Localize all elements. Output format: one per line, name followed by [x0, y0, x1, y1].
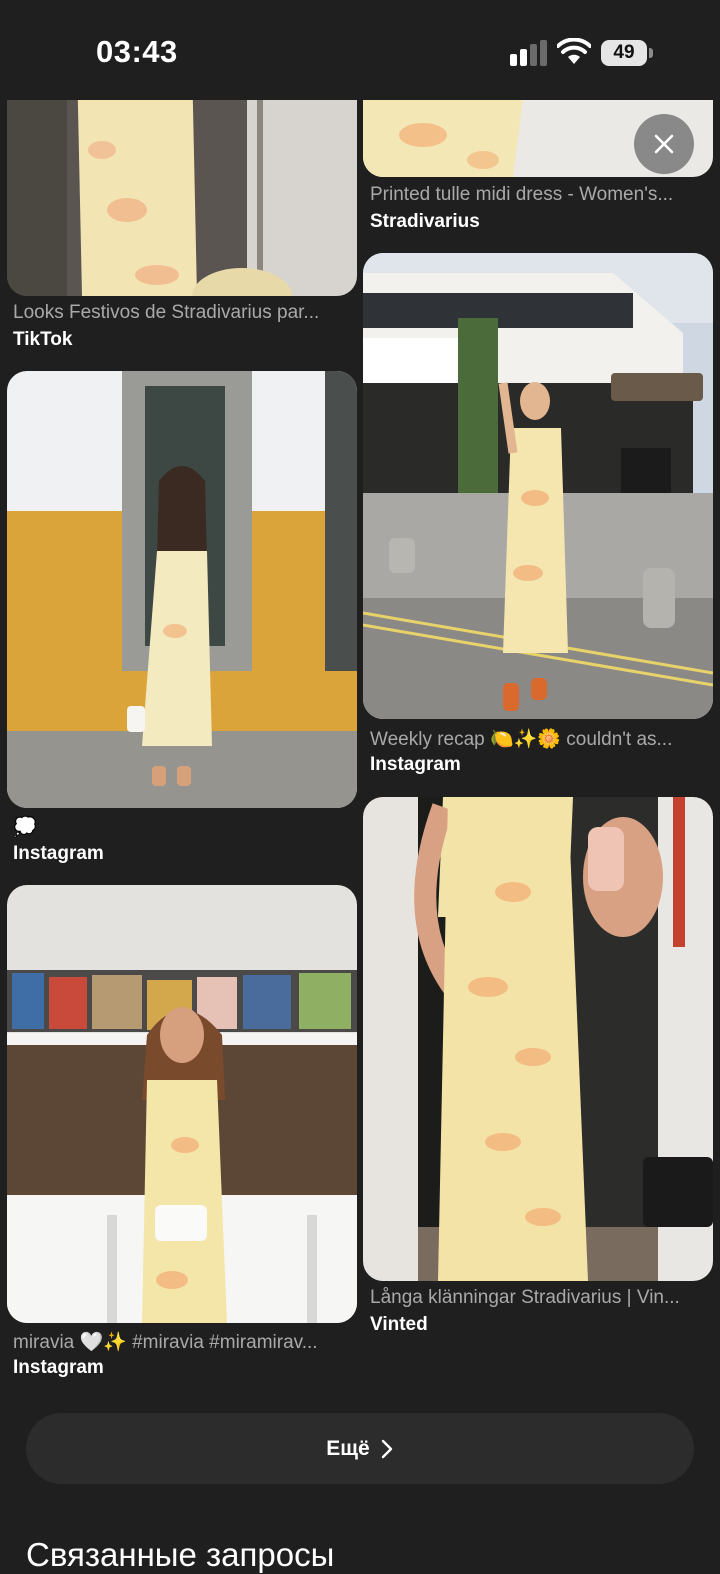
result-caption[interactable]: Looks Festivos de Stradivarius par...	[13, 302, 351, 324]
wifi-icon	[557, 38, 591, 64]
result-source[interactable]: Instagram	[370, 754, 461, 776]
result-image-instagram-shelf[interactable]	[7, 885, 357, 1323]
status-bar: 03:43 49	[0, 0, 720, 100]
result-source[interactable]: TikTok	[13, 329, 72, 351]
result-caption[interactable]: miravia 🤍✨ #miravia #miramirav...	[13, 1330, 351, 1354]
cellular-signal-icon	[510, 40, 547, 66]
chevron-right-icon	[381, 1439, 392, 1458]
result-source[interactable]: Vinted	[370, 1314, 428, 1336]
result-image-vinted[interactable]	[363, 797, 713, 1281]
battery-level: 49	[601, 40, 647, 66]
battery-icon: 49	[601, 40, 653, 66]
result-image-instagram-wall[interactable]	[7, 371, 357, 808]
result-source[interactable]: Instagram	[13, 1357, 104, 1379]
close-button[interactable]	[634, 114, 694, 174]
status-time: 03:43	[96, 34, 178, 69]
result-source[interactable]: Stradivarius	[370, 211, 480, 233]
more-results-button[interactable]: Ещё	[26, 1413, 694, 1484]
result-caption[interactable]: Printed tulle midi dress - Women's...	[370, 184, 706, 206]
result-caption[interactable]: Långa klänningar Stradivarius | Vin...	[370, 1287, 706, 1309]
result-source[interactable]: Instagram	[13, 843, 104, 865]
result-caption[interactable]: Weekly recap 🍋✨🌼 couldn't as...	[370, 727, 706, 751]
close-icon	[654, 134, 674, 154]
result-image-instagram-street[interactable]	[363, 253, 713, 719]
related-searches-title: Связанные запросы	[26, 1536, 335, 1573]
result-caption[interactable]: 💭	[13, 815, 351, 839]
more-button-label: Ещё	[326, 1436, 370, 1460]
